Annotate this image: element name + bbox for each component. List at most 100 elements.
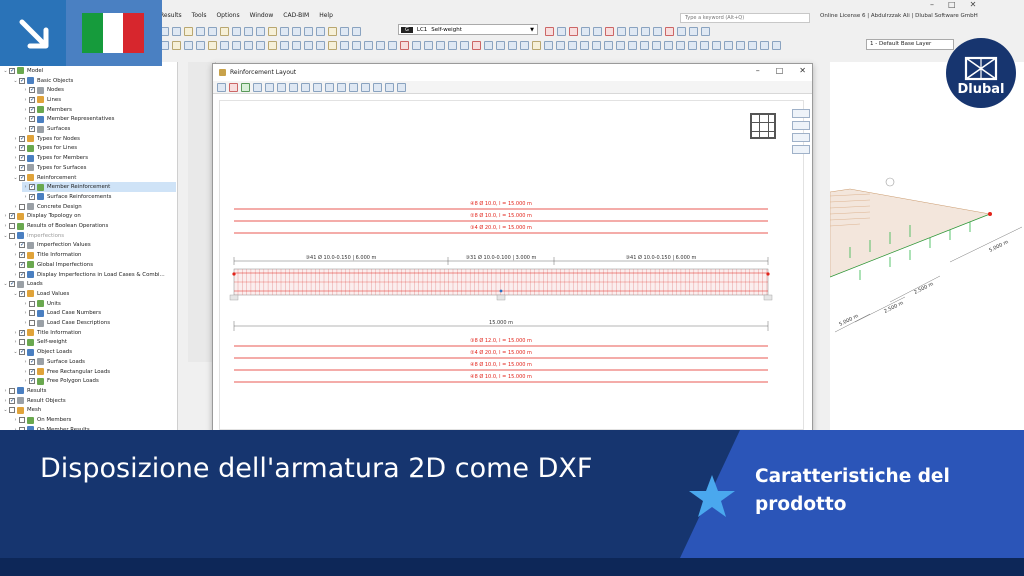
toolbar-button[interactable] [629, 26, 638, 36]
layout-button[interactable] [361, 82, 370, 92]
chevron-right-icon[interactable]: › [2, 388, 9, 394]
toolbar-button[interactable] [569, 26, 578, 36]
tree-item[interactable]: ⌄ Imperfections [2, 231, 176, 241]
tree-item[interactable]: › Member Representatives [22, 115, 176, 125]
chevron-right-icon[interactable]: › [22, 359, 29, 365]
toolbar-button[interactable] [352, 26, 361, 36]
toolbar-button[interactable] [412, 40, 421, 50]
layout-button[interactable] [325, 82, 334, 92]
chevron-right-icon[interactable]: › [12, 330, 19, 336]
tree-item[interactable]: › Free Polygon Loads [22, 376, 176, 386]
tree-checkbox[interactable] [19, 154, 25, 162]
toolbar-button[interactable] [280, 26, 289, 36]
load-case-selector[interactable]: G LC1 Self-weight ▼ [398, 24, 538, 35]
chevron-down-icon[interactable]: ⌄ [2, 233, 9, 239]
tree-checkbox[interactable] [29, 377, 35, 385]
tree-checkbox[interactable] [9, 232, 15, 239]
toolbar-button[interactable] [304, 40, 313, 50]
tree-item[interactable]: › Types for Members [12, 153, 176, 163]
chevron-down-icon[interactable]: ⌄ [12, 349, 19, 355]
toolbar-button[interactable] [280, 40, 289, 50]
axis-icon[interactable] [301, 82, 310, 92]
tree-item[interactable]: › Member Reinforcement [22, 182, 176, 193]
arrow-left-icon[interactable] [385, 82, 394, 92]
tree-checkbox[interactable] [29, 368, 35, 375]
toolbar-button[interactable] [545, 26, 554, 36]
tree-item[interactable]: › On Members [12, 415, 176, 425]
toolbar-button[interactable] [653, 26, 662, 36]
toolbar-button[interactable] [220, 40, 229, 50]
toolbar-button[interactable] [701, 26, 710, 36]
menu-cad-bim[interactable]: CAD-BIM [283, 12, 309, 19]
chevron-right-icon[interactable]: › [12, 165, 19, 171]
toolbar-button[interactable] [676, 40, 685, 50]
chevron-right-icon[interactable]: › [12, 204, 19, 210]
toolbar-button[interactable] [748, 40, 757, 50]
tree-item[interactable]: › Units [22, 299, 176, 309]
toolbar-button[interactable] [617, 26, 626, 36]
toolbar-button[interactable] [232, 26, 241, 36]
tree-item[interactable]: › Surface Reinforcements [22, 192, 176, 202]
toolbar-button[interactable] [760, 40, 769, 50]
menu-window[interactable]: Window [250, 12, 274, 19]
chevron-right-icon[interactable]: › [12, 272, 19, 278]
toolbar-button[interactable] [581, 26, 590, 36]
toolbar-button[interactable] [688, 40, 697, 50]
tree-item[interactable]: › Display Topology on [2, 212, 176, 222]
tree-item[interactable]: › Title Information [12, 328, 176, 338]
toolbar-button[interactable] [532, 40, 541, 50]
toolbar-button[interactable] [400, 40, 409, 50]
toolbar-button[interactable] [700, 40, 709, 50]
tree-item[interactable]: › Free Rectangular Loads [22, 367, 176, 377]
chevron-right-icon[interactable]: › [22, 194, 29, 200]
tree-item[interactable]: ⌄ Reinforcement [12, 173, 176, 183]
toolbar-button[interactable] [604, 40, 613, 50]
tree-checkbox[interactable] [9, 407, 15, 414]
toolbar-button[interactable] [520, 40, 529, 50]
export-dxf-icon[interactable] [241, 82, 250, 92]
tree-checkbox[interactable] [29, 193, 35, 200]
tree-checkbox[interactable] [29, 115, 35, 123]
tree-checkbox[interactable] [19, 417, 25, 424]
chevron-right-icon[interactable]: › [22, 310, 29, 316]
tree-checkbox[interactable] [19, 290, 25, 297]
view-button[interactable] [277, 82, 286, 92]
tree-item[interactable]: › Title Information [12, 250, 176, 260]
tree-item[interactable]: ⌄ Load Values [12, 289, 176, 299]
toolbar-button[interactable] [268, 40, 277, 50]
tree-checkbox[interactable] [19, 164, 25, 171]
tree-checkbox[interactable] [29, 125, 35, 133]
toolbar-button[interactable] [652, 40, 661, 50]
pdf-export-icon[interactable] [229, 82, 238, 92]
chevron-down-icon[interactable]: ⌄ [2, 68, 9, 74]
toolbar-button[interactable] [689, 26, 698, 36]
toolbar-button[interactable] [448, 40, 457, 50]
toolbar-button[interactable] [172, 40, 181, 50]
tree-checkbox[interactable] [19, 77, 25, 84]
tree-checkbox[interactable] [9, 397, 15, 404]
chevron-down-icon[interactable]: ⌄ [12, 175, 19, 181]
toolbar-button[interactable] [292, 40, 301, 50]
toolbar-button[interactable] [376, 40, 385, 50]
chevron-down-icon[interactable]: ⌄ [2, 407, 9, 413]
toolbar-button[interactable] [496, 40, 505, 50]
toolbar-button[interactable] [736, 40, 745, 50]
layout-button[interactable] [313, 82, 322, 92]
toolbar-button[interactable] [340, 26, 349, 36]
tree-item[interactable]: › Load Case Descriptions [22, 318, 176, 328]
tree-item[interactable]: › Surface Loads [22, 357, 176, 367]
tree-item[interactable]: ⌄ Mesh [2, 406, 176, 416]
tree-checkbox[interactable] [9, 387, 15, 394]
tree-checkbox[interactable] [19, 203, 25, 210]
tree-item[interactable]: › Concrete Design [12, 202, 176, 212]
toolbar-button[interactable] [508, 40, 517, 50]
tree-item[interactable]: › Display Imperfections in Load Cases & C… [12, 270, 176, 280]
chevron-right-icon[interactable]: › [22, 116, 29, 122]
base-layer-selector[interactable]: 1 - Default Base Layer [866, 39, 954, 50]
tree-item[interactable]: › Results of Boolean Operations [2, 221, 176, 231]
tree-item[interactable]: › Global Imperfections [12, 260, 176, 270]
toolbar-button[interactable] [328, 26, 337, 36]
toolbar-button[interactable] [196, 26, 205, 36]
tree-item[interactable]: › Lines [22, 95, 176, 105]
layout-button[interactable] [373, 82, 382, 92]
